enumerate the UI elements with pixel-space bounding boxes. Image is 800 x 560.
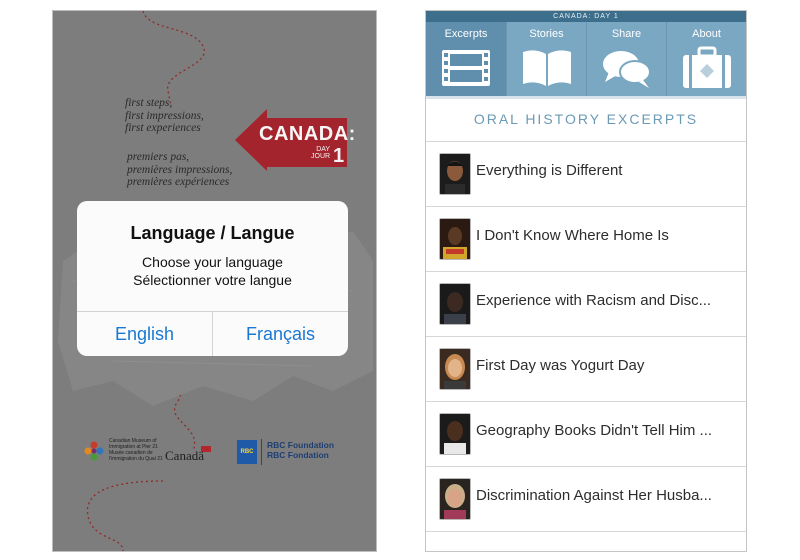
logo-jour-text: JOUR — [311, 153, 331, 160]
list-item[interactable]: Experience with Racism and Disc... — [426, 272, 746, 337]
rbc-line: RBC Fondation — [267, 450, 329, 460]
excerpt-title: Everything is Different — [476, 162, 623, 179]
tab-stories[interactable]: Stories — [506, 22, 586, 96]
speaker-thumbnail — [439, 283, 471, 325]
dialog-message-fr: Sélectionner votre langue — [133, 272, 292, 288]
tab-label: About — [692, 28, 721, 40]
francais-button[interactable]: Français — [213, 312, 348, 356]
dialog-message-en: Choose your language — [142, 254, 283, 270]
tagline-fr-line: premières expériences — [127, 176, 230, 188]
list-item[interactable]: First Day was Yogurt Day — [426, 337, 746, 402]
app-title-bar: CANADA: DAY 1 — [426, 11, 746, 22]
tab-share[interactable]: Share — [586, 22, 666, 96]
museum-line: l'immigration du Quai 21 — [109, 456, 163, 462]
language-dialog: Language / Langue Choose your language S… — [77, 201, 348, 356]
speaker-thumbnail — [439, 348, 471, 390]
excerpt-title: Geography Books Didn't Tell Him ... — [476, 422, 713, 439]
tagline-en-line: first experiences — [125, 122, 201, 134]
speaker-thumbnail — [439, 413, 471, 455]
list-item[interactable]: Everything is Different — [426, 142, 746, 207]
tab-about[interactable]: About — [666, 22, 746, 96]
canada-wordmark: Canadä — [165, 448, 204, 463]
tab-bar: Excerpts Stories Share About — [426, 22, 746, 96]
rbc-foundation-name: RBC Foundation RBC Fondation — [267, 440, 334, 460]
tagline-english: first steps, first impressions, first ex… — [125, 97, 204, 135]
chat-bubbles-icon — [603, 51, 651, 88]
museum-name: Canadian Museum of Immigration at Pier 2… — [109, 438, 171, 462]
list-item[interactable]: Geography Books Didn't Tell Him ... — [426, 402, 746, 467]
excerpt-title: Experience with Racism and Disc... — [476, 292, 712, 309]
speaker-thumbnail — [439, 218, 471, 260]
tab-label: Share — [611, 28, 642, 40]
tab-bar-shadow — [426, 96, 746, 99]
film-icon — [442, 50, 490, 86]
canada-flag-icon — [201, 446, 211, 452]
excerpt-title: I Don't Know Where Home Is — [476, 227, 669, 244]
tab-excerpts[interactable]: Excerpts — [426, 22, 506, 96]
tab-label: Stories — [529, 28, 564, 40]
tagline-fr-line: premières impressions, — [127, 163, 233, 176]
rbc-line: RBC Foundation — [267, 440, 335, 450]
dialog-message: Choose your language Sélectionner votre … — [77, 253, 348, 289]
list-item[interactable]: Discrimination Against Her Husba... — [426, 467, 746, 532]
tab-label: Excerpts — [444, 28, 488, 40]
logo-day-number: 1 — [333, 145, 345, 167]
tagline-en-line: first impressions, — [125, 109, 204, 122]
book-icon — [523, 50, 571, 86]
excerpt-list: Everything is Different I Don't Know Whe… — [426, 142, 746, 532]
language-screen: first steps, first impressions, first ex… — [52, 10, 377, 552]
english-button[interactable]: English — [77, 312, 212, 356]
logo-day-text: DAY — [316, 146, 331, 153]
excerpt-title: Discrimination Against Her Husba... — [476, 487, 712, 504]
excerpts-screen: CANADA: DAY 1 Excerpts Stories Share Abo… — [425, 10, 747, 552]
speaker-thumbnail — [439, 153, 471, 195]
rbc-logo-icon: RBC — [237, 440, 257, 464]
list-item[interactable]: I Don't Know Where Home Is — [426, 207, 746, 272]
dialog-title: Language / Langue — [130, 223, 295, 243]
rbc-divider — [261, 439, 262, 465]
excerpt-title: First Day was Yogurt Day — [476, 357, 645, 374]
tagline-fr-line: premiers pas, — [127, 151, 190, 163]
suitcase-icon — [683, 46, 731, 88]
section-title: ORAL HISTORY EXCERPTS — [473, 111, 699, 127]
tagline-en-line: first steps, — [125, 97, 173, 109]
tagline-french: premiers pas, premières impressions, pre… — [127, 151, 232, 189]
museum-leaf-icon — [84, 441, 104, 461]
speaker-thumbnail — [439, 478, 471, 520]
logo-canada-word: CANADA: — [259, 123, 356, 145]
sponsor-logos: Canadian Museum of Immigration at Pier 2… — [83, 436, 353, 476]
logo-day-label: DAY JOUR — [311, 146, 330, 160]
